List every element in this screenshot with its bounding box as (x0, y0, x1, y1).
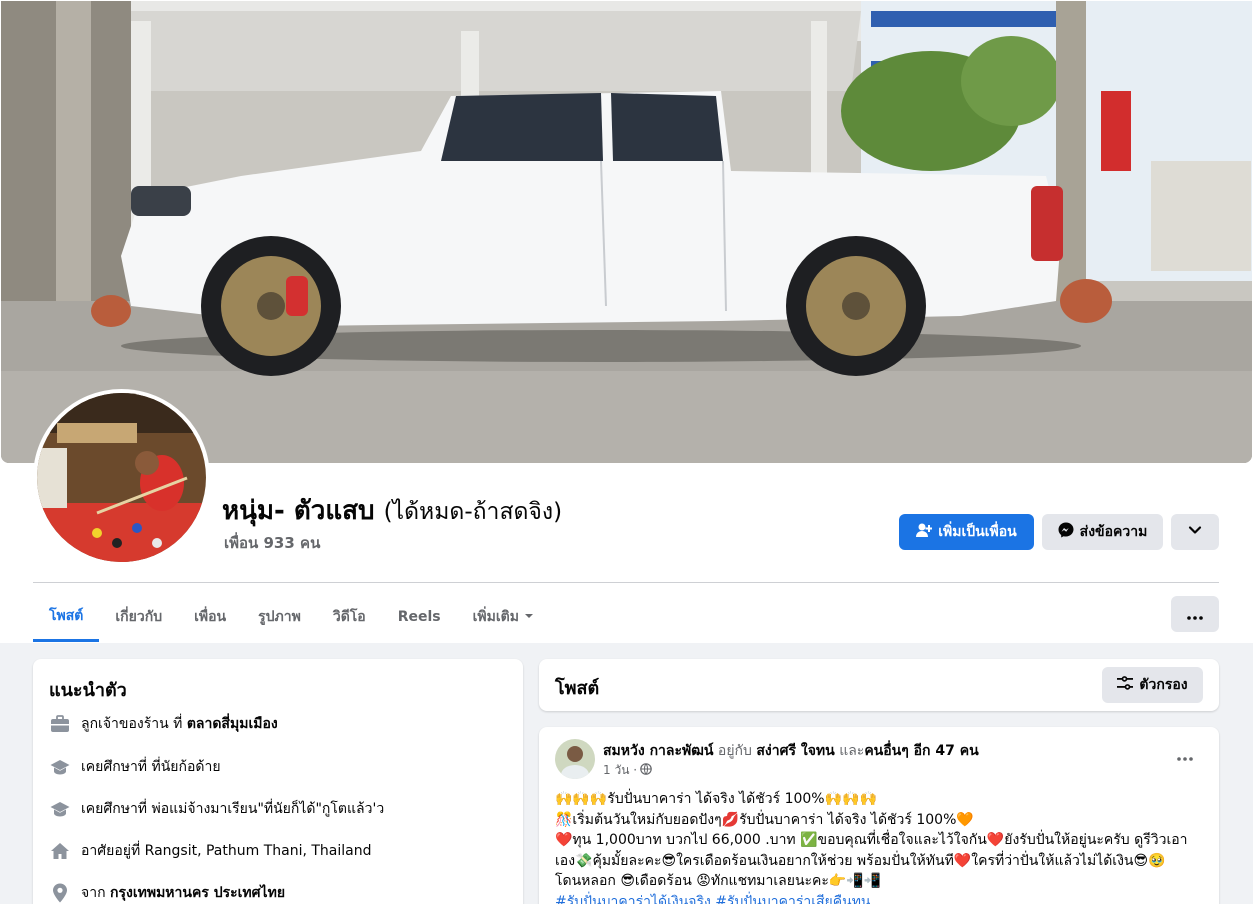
tab-videos-label: วิดีโอ (332, 609, 366, 625)
intro-from-place[interactable]: กรุงเทพมหานคร ประเทศไทย (110, 885, 285, 901)
post-hashtags[interactable]: #รับปั่นบาคาร่าได้เงินจริง #รับปั่นบาคาร… (555, 892, 1185, 904)
intro-work: ลูกเจ้าของร้าน ที่ ตลาดสี่มุมเมือง (49, 713, 278, 735)
post-meta: 1 วัน · (603, 761, 652, 780)
post-card: สมหวัง กาละพัฒน์ อยู่กับ สง่าศรี ใจทน แล… (539, 727, 1219, 904)
message-label: ส่งข้อความ (1079, 524, 1148, 540)
intro-education-1-text: เคยศึกษาที่ ที่นัยก้อด้าย (81, 759, 221, 775)
filters-label: ตัวกรอง (1139, 677, 1188, 693)
profile-name-main: หนุ่ม- ตัวแสบ (222, 496, 375, 526)
tab-friends-label: เพื่อน (194, 609, 227, 625)
messenger-icon (1058, 522, 1074, 542)
tab-about[interactable]: เกี่ยวกับ (99, 592, 178, 642)
friends-count[interactable]: เพื่อน 933 คน (224, 531, 320, 555)
tab-reels[interactable]: Reels (382, 592, 457, 642)
briefcase-icon (49, 713, 71, 735)
tab-reels-label: Reels (397, 609, 441, 625)
post-line: 🙌🙌🙌รับปั่นบาคาร่า ได้จริง ได้ชัวร์ 100%🙌… (555, 791, 877, 807)
post-tagged-person[interactable]: สง่าศรี ใจทน (756, 743, 834, 759)
add-friend-label: เพิ่มเป็นเพื่อน (938, 524, 1017, 540)
post-line: เอง💸คุ้มมั้ยละคะ😎ใครเดือดร้อนเงินอยากให้… (555, 852, 1166, 869)
home-icon (49, 840, 71, 862)
profile-header: หนุ่ม- ตัวแสบ (ได้หมด-ถ้าสดจิง) เพื่อน 9… (0, 0, 1253, 643)
profile-tabs: โพสต์ เกี่ยวกับ เพื่อน รูปภาพ วิดีโอ Ree… (33, 592, 550, 642)
post-and-text: และ (839, 743, 865, 759)
more-horizontal-icon (1187, 605, 1203, 624)
tab-about-label: เกี่ยวกับ (115, 609, 163, 625)
tab-friends[interactable]: เพื่อน (178, 592, 242, 642)
profile-alternate-name: (ได้หมด-ถ้าสดจิง) (383, 499, 563, 525)
profile-picture[interactable] (33, 389, 210, 566)
post-body: 🙌🙌🙌รับปั่นบาคาร่า ได้จริง ได้ชัวร์ 100%🙌… (555, 789, 1188, 904)
intro-work-place[interactable]: ตลาดสี่มุมเมือง (187, 716, 278, 732)
intro-lives-in-text: อาศัยอยู่ที่ Rangsit, Pathum Thani, Thai… (81, 843, 372, 859)
cover-photo[interactable] (1, 1, 1252, 463)
intro-education-1: เคยศึกษาที่ ที่นัยก้อด้าย (49, 756, 221, 778)
intro-education-2: เคยศึกษาที่ พ่อแม่จ้างมาเรียน"ที่นัยก็ได… (49, 798, 384, 820)
post-timestamp[interactable]: 1 วัน · (603, 761, 637, 780)
post-line: 🎊เริ่มต้นวันใหม่กับยอดปังๆ💋รับปั่นบาคาร่… (555, 811, 974, 828)
globe-icon (640, 763, 652, 778)
post-author-line: สมหวัง กาละพัฒน์ อยู่กับ สง่าศรี ใจทน แล… (603, 740, 979, 762)
add-friend-icon (916, 522, 933, 542)
post-author-name[interactable]: สมหวัง กาละพัฒน์ (603, 743, 713, 759)
graduation-cap-icon (49, 756, 71, 778)
caret-down-icon (524, 609, 534, 625)
posts-header-card: โพสต์ ตัวกรอง (539, 659, 1219, 711)
tab-photos[interactable]: รูปภาพ (242, 592, 317, 642)
intro-from-prefix: จาก (81, 885, 110, 901)
location-pin-icon (49, 882, 71, 904)
intro-lives-in: อาศัยอยู่ที่ Rangsit, Pathum Thani, Thai… (49, 840, 372, 862)
message-button[interactable]: ส่งข้อความ (1042, 514, 1163, 550)
intro-work-prefix: ลูกเจ้าของร้าน ที่ (81, 716, 187, 732)
intro-title: แนะนำตัว (49, 680, 127, 701)
filters-button[interactable]: ตัวกรอง (1102, 667, 1203, 703)
post-options-button[interactable] (1171, 745, 1199, 765)
tab-more[interactable]: เพิ่มเติม (457, 592, 550, 642)
post-line: โดนหลอก 😎เดือดร้อน 😡ทักแชทมาเลยนะคะ👉📲📲 (555, 873, 882, 889)
tab-posts-label: โพสต์ (49, 607, 84, 624)
profile-name: หนุ่ม- ตัวแสบ (ได้หมด-ถ้าสดจิง) (222, 490, 562, 531)
filter-icon (1117, 676, 1134, 694)
graduation-cap-icon (49, 798, 71, 820)
intro-from: จาก กรุงเทพมหานคร ประเทศไทย (49, 882, 285, 904)
profile-options-button[interactable] (1171, 514, 1219, 550)
tab-videos[interactable]: วิดีโอ (317, 592, 382, 642)
post-with-text: อยู่กับ (717, 743, 752, 759)
intro-card: แนะนำตัว ลูกเจ้าของร้าน ที่ ตลาดสี่มุมเม… (33, 659, 523, 904)
add-friend-button[interactable]: เพิ่มเป็นเพื่อน (899, 514, 1034, 550)
intro-education-2-text: เคยศึกษาที่ พ่อแม่จ้างมาเรียน"ที่นัยก็ได… (81, 801, 385, 817)
post-author-avatar[interactable] (555, 739, 595, 779)
header-divider (33, 582, 1219, 583)
tabs-more-options-button[interactable] (1171, 596, 1219, 632)
post-tagged-others[interactable]: คนอื่นๆ อีก 47 คน (864, 743, 978, 759)
posts-title: โพสต์ (555, 678, 600, 699)
tab-posts[interactable]: โพสต์ (33, 592, 100, 642)
post-line: ❤️ทุน 1,000บาท บวกไป 66,000 .บาท ✅ขอบคุณ… (555, 832, 1188, 848)
chevron-down-icon (1188, 523, 1202, 541)
tab-more-label: เพิ่มเติม (472, 609, 519, 625)
tab-photos-label: รูปภาพ (258, 609, 301, 625)
more-horizontal-icon (1177, 746, 1193, 765)
